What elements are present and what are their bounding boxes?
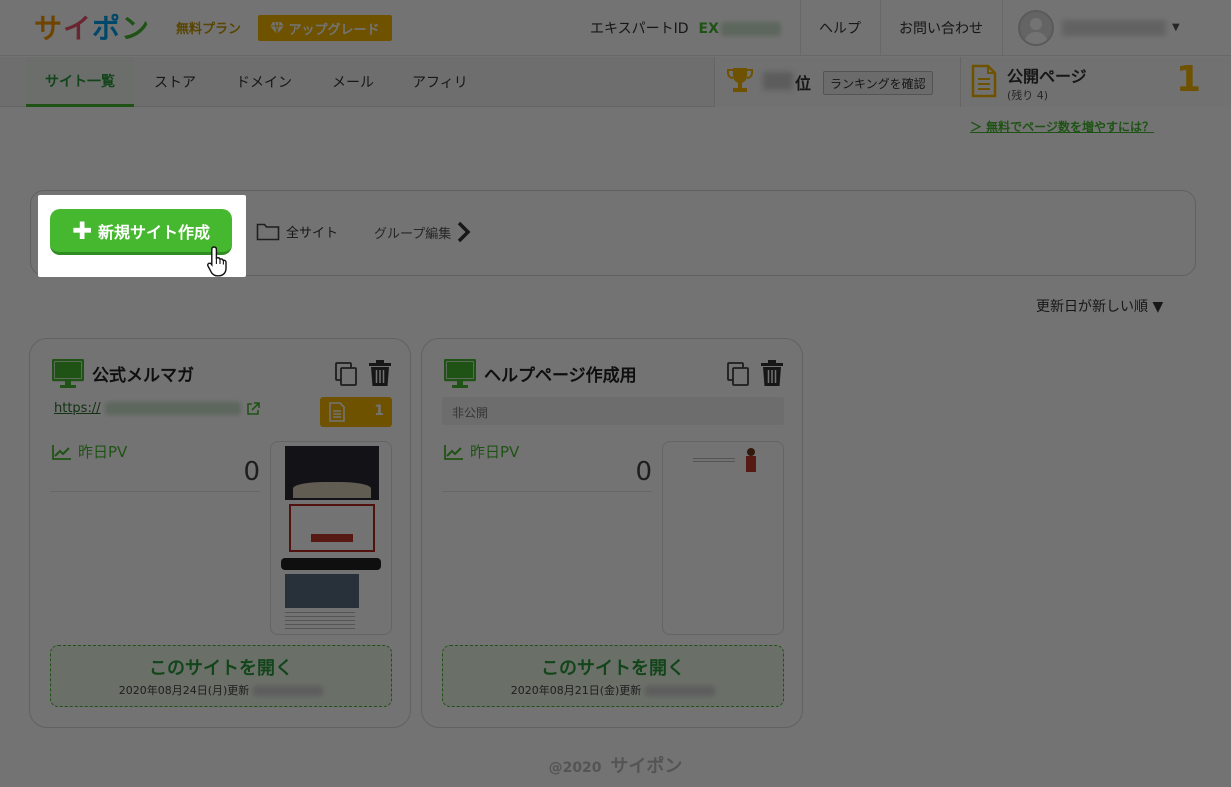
site-thumbnail[interactable] [270, 441, 392, 635]
pv-value: 0 [243, 457, 260, 487]
ranking-panel: 位 ランキングを確認 [714, 57, 960, 107]
expert-id: エキスパートID EX [590, 18, 781, 38]
site-card: 公式メルマガ https:// 1 昨日PV 0 このサイトを開く 2020年0… [29, 338, 411, 728]
open-site-button[interactable]: このサイトを開く 2020年08月21日(金)更新 [442, 645, 784, 707]
updated-date: 2020年08月21日(金)更新 [443, 682, 783, 698]
monitor-icon [444, 359, 476, 388]
thumbnail-text [693, 458, 735, 464]
ranking-button[interactable]: ランキングを確認 [823, 71, 933, 95]
expert-id-label: エキスパートID [590, 21, 689, 37]
contact-label: お問い合わせ [899, 21, 983, 37]
group-edit-label: グループ編集 [374, 226, 452, 242]
thumbnail-figure-body [746, 456, 756, 472]
avatar[interactable] [1018, 10, 1054, 46]
chevron-down-icon[interactable]: ▼ [1172, 22, 1180, 33]
thumbnail-figure [747, 448, 755, 456]
group-edit-link[interactable]: グループ編集 [374, 221, 471, 243]
new-site-label: 新規サイト作成 [98, 222, 211, 242]
public-pages-count: 1 [1175, 59, 1201, 100]
page-count: 1 [374, 403, 384, 419]
plan-label: 無料プラン [176, 22, 242, 37]
site-title[interactable]: 公式メルマガ [92, 361, 194, 386]
divider [50, 491, 260, 492]
updated-date-text: 2020年08月21日(金)更新 [510, 684, 642, 697]
user-name-redacted [1062, 20, 1166, 36]
nav-domain[interactable]: ドメイン [236, 57, 292, 107]
upgrade-label: アップグレード [288, 22, 380, 38]
open-site-label: このサイトを開く [541, 658, 685, 679]
thumbnail-frame [289, 504, 375, 552]
expert-id-redacted [720, 22, 781, 36]
main-nav: サイト一覧 ストア ドメイン メール アフィリ 位 ランキングを確認 公開ページ… [0, 57, 1231, 107]
public-pages-panel: 公開ページ (残り 4) 1 [960, 57, 1231, 107]
footer: @2020 サイポン [0, 752, 1231, 778]
chevron-right-icon [457, 221, 471, 243]
nav-site-list[interactable]: サイト一覧 [26, 57, 134, 107]
trash-icon[interactable] [760, 359, 784, 387]
top-header: サ イ ポ ン 無料プラン アップグレード エキスパートID EX ヘルプ お問い… [0, 0, 1231, 56]
updated-time-redacted [645, 686, 716, 696]
rank-suffix: 位 [795, 74, 812, 93]
help-link[interactable]: ヘルプ [800, 0, 879, 56]
updated-date: 2020年08月24日(月)更新 [51, 682, 391, 698]
page-count-badge: 1 [320, 397, 392, 427]
folder-icon [256, 223, 280, 241]
pv-value: 0 [635, 457, 652, 487]
thumbnail-text [285, 612, 355, 630]
updated-date-text: 2020年08月24日(月)更新 [118, 684, 250, 697]
open-site-button[interactable]: このサイトを開く 2020年08月24日(月)更新 [50, 645, 392, 707]
hand-cursor-icon [207, 246, 227, 277]
site-url-link[interactable]: https:// [54, 401, 260, 416]
thumbnail-cta [311, 534, 353, 542]
contact-link[interactable]: お問い合わせ [880, 0, 1001, 56]
thumbnail-photo [285, 574, 359, 608]
logo-char: サ [34, 12, 64, 45]
footer-logo: サイポン [610, 756, 683, 777]
site-title[interactable]: ヘルプページ作成用 [484, 361, 637, 386]
plus-icon: ✚ [71, 216, 93, 245]
increase-pages-link[interactable]: ＞ 無料でページ数を増やすには？ [970, 118, 1154, 135]
upgrade-button[interactable]: アップグレード [258, 15, 392, 41]
copyright: @2020 [548, 760, 602, 776]
logo-char: ポ [92, 12, 122, 45]
open-site-label: このサイトを開く [149, 658, 293, 679]
saipon-logo[interactable]: サ イ ポ ン [34, 10, 151, 45]
divider [442, 491, 652, 492]
site-thumbnail[interactable] [662, 441, 784, 635]
new-site-highlight: ✚ 新規サイト作成 [38, 195, 246, 277]
sort-dropdown[interactable]: 更新日が新しい順 ▼ [1036, 296, 1163, 316]
logo-char: イ [63, 12, 93, 45]
document-icon [329, 402, 345, 422]
expert-id-prefix: EX [698, 21, 719, 37]
diamond-icon [270, 22, 285, 34]
document-icon [971, 64, 997, 98]
external-link-icon [246, 401, 260, 415]
nav-mail[interactable]: メール [332, 57, 374, 107]
site-url-redacted [104, 402, 241, 415]
monitor-icon [52, 359, 84, 388]
trophy-icon [727, 68, 753, 92]
help-label: ヘルプ [819, 21, 861, 37]
all-sites-label: 全サイト [286, 225, 339, 241]
nav-store[interactable]: ストア [154, 57, 196, 107]
rank-number-redacted [763, 72, 793, 90]
public-pages-title: 公開ページ [1007, 67, 1087, 86]
copy-icon[interactable] [334, 361, 358, 387]
thumbnail-bar [281, 558, 381, 570]
thumbnail-book [293, 482, 371, 498]
logo-char: ン [121, 12, 151, 45]
nav-affiliate[interactable]: アフィリ [412, 57, 468, 107]
site-url-prefix: https:// [54, 401, 101, 416]
public-pages-remaining: (残り 4) [1007, 89, 1049, 102]
trash-icon[interactable] [368, 359, 392, 387]
updated-time-redacted [253, 686, 324, 696]
copy-icon[interactable] [726, 361, 750, 387]
status-badge: 非公開 [442, 397, 784, 425]
all-sites-filter[interactable]: 全サイト [256, 221, 338, 241]
site-card: ヘルプページ作成用 非公開 昨日PV 0 このサイトを開く 2020年08月21… [421, 338, 803, 728]
new-site-button[interactable]: ✚ 新規サイト作成 [50, 209, 232, 255]
